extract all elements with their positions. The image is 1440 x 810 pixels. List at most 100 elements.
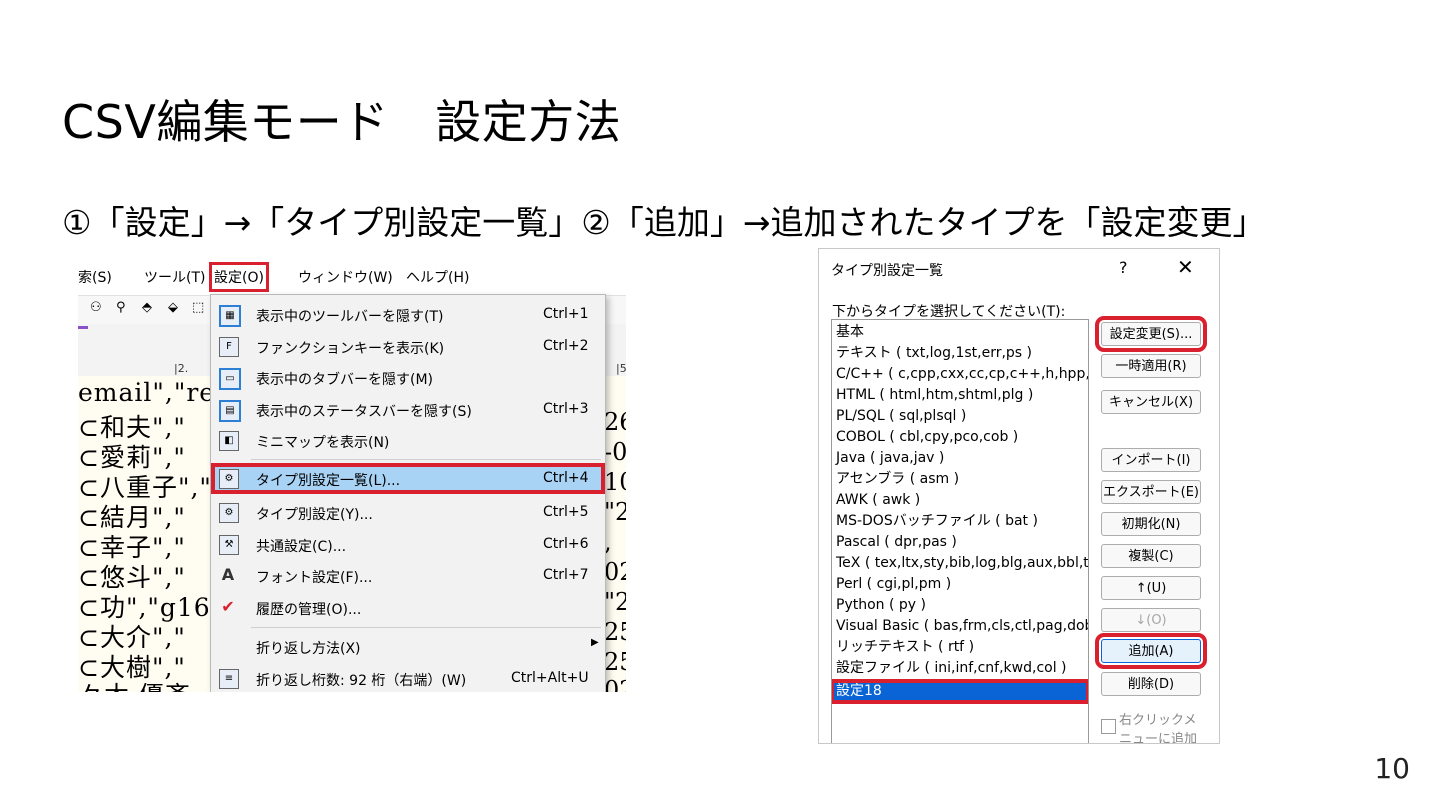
dialog-title: タイプ別設定一覧 <box>831 263 943 279</box>
editor-right-col: 25 <box>604 618 626 646</box>
menu-item-label: タイプ別設定(Y)... <box>256 507 373 523</box>
initialize-button[interactable]: 初期化(N) <box>1101 512 1201 536</box>
edit-settings-button[interactable]: 設定変更(S)... <box>1095 316 1207 352</box>
menu-item-label: タイプ別設定一覧(L)... <box>256 473 401 489</box>
menu-item-shortcut: Ctrl+1 <box>543 306 589 322</box>
menu-item-show-function-keys[interactable]: F ファンクションキーを表示(K) Ctrl+2 <box>211 331 605 362</box>
list-item[interactable]: Python ( py ) <box>832 595 1088 616</box>
toolbar-icon-5[interactable]: ⬚ <box>192 300 204 315</box>
menu-item-shortcut: Ctrl+Alt+U <box>511 670 589 686</box>
editor-right-col: -0 <box>604 438 626 466</box>
menu-item-wrap-method[interactable]: 折り返し方法(X) ▶ <box>211 631 605 662</box>
menu-item-type-settings[interactable]: ⚙ タイプ別設定(Y)... Ctrl+5 <box>211 497 605 528</box>
list-item[interactable]: 基本 <box>832 322 1088 343</box>
temp-apply-button[interactable]: 一時適用(R) <box>1101 354 1201 378</box>
menu-item-shortcut: Ctrl+7 <box>543 567 589 583</box>
toolbar-icon-3[interactable]: ⬘ <box>142 300 152 315</box>
slide-title: CSV編集モード 設定方法 <box>62 95 622 149</box>
menubar: 索(S) ツール(T) 設定(O) ウィンドウ(W) ヘルプ(H) <box>78 258 626 296</box>
menu-item-hide-statusbar[interactable]: ▤ 表示中のステータスバーを隠す(S) Ctrl+3 <box>211 394 605 425</box>
menu-item-shortcut: Ctrl+5 <box>543 504 589 520</box>
menu-settings[interactable]: 設定(O) <box>209 262 269 292</box>
menu-item-label: ミニマップを表示(N) <box>256 435 390 451</box>
list-item[interactable]: リッチテキスト ( rtf ) <box>832 637 1088 658</box>
context-menu-checkbox[interactable] <box>1101 719 1116 734</box>
close-icon[interactable]: ✕ <box>1177 255 1194 279</box>
toolbar-icon-1[interactable]: ⚇ <box>90 300 102 315</box>
delete-button[interactable]: 削除(D) <box>1101 672 1201 696</box>
wrap-icon: ≡ <box>219 669 239 689</box>
editor-line: ⊂幸子"," <box>78 533 186 562</box>
menu-item-label: 表示中のタブバーを隠す(M) <box>256 372 434 388</box>
type-list[interactable]: 基本 テキスト ( txt,log,1st,err,ps ) C/C++ ( c… <box>831 319 1089 743</box>
list-item[interactable]: テキスト ( txt,log,1st,err,ps ) <box>832 343 1088 364</box>
editor-line: ⊂功","g16 <box>78 593 211 622</box>
menu-search[interactable]: 索(S) <box>78 267 112 287</box>
list-item[interactable]: Perl ( cgi,pl,pm ) <box>832 574 1088 595</box>
menu-item-shortcut: Ctrl+3 <box>543 401 589 417</box>
move-down-button[interactable]: ↓(O) <box>1101 608 1201 632</box>
list-item[interactable]: HTML ( html,htm,shtml,plg ) <box>832 385 1088 406</box>
editor-line: ⊂大介"," <box>78 623 186 652</box>
toolbar-icon-4[interactable]: ⬙ <box>168 300 178 315</box>
list-item[interactable]: アセンブラ ( asm ) <box>832 469 1088 490</box>
list-item[interactable]: PL/SQL ( sql,plsql ) <box>832 406 1088 427</box>
menu-item-font-settings[interactable]: A フォント設定(F)... Ctrl+7 <box>211 560 605 591</box>
menu-separator <box>251 627 601 628</box>
editor-right-col: "2 <box>604 588 626 616</box>
menu-item-shortcut: Ctrl+2 <box>543 338 589 354</box>
list-item[interactable]: 設定ファイル ( ini,inf,cnf,kwd,col ) <box>832 658 1088 679</box>
list-item[interactable]: Java ( java,jav ) <box>832 448 1088 469</box>
import-button[interactable]: インポート(I) <box>1101 448 1201 472</box>
menu-item-hide-tabbar[interactable]: ▭ 表示中のタブバーを隠す(M) <box>211 362 605 393</box>
menu-item-label: 表示中のツールバーを隠す(T) <box>256 309 444 325</box>
list-item[interactable]: Pascal ( dpr,pas ) <box>832 532 1088 553</box>
editor-line: ⊂悠斗"," <box>78 563 186 592</box>
type-settings-dialog: タイプ別設定一覧 ? ✕ 下からタイプを選択してください(T): 基本 テキスト… <box>818 248 1220 744</box>
menu-screenshot: 索(S) ツール(T) 設定(O) ウィンドウ(W) ヘルプ(H) ⚇ ⚲ ⬘ … <box>78 258 626 692</box>
menu-item-hide-toolbar[interactable]: ▦ 表示中のツールバーを隠す(T) Ctrl+1 <box>211 299 605 330</box>
list-item[interactable]: TeX ( tex,ltx,sty,bib,log,blg,aux,bbl,t <box>832 553 1088 574</box>
move-up-button[interactable]: ↑(U) <box>1101 576 1201 600</box>
editor-right-col: "2 <box>604 498 626 526</box>
slide-subtitle: ①「設定」→「タイプ別設定一覧」②「追加」→追加されたタイプを「設定変更」 <box>62 203 1266 242</box>
add-button[interactable]: 追加(A) <box>1095 633 1207 669</box>
menu-tools[interactable]: ツール(T) <box>144 267 205 287</box>
settings-dropdown-menu: ▦ 表示中のツールバーを隠す(T) Ctrl+1 F ファンクションキーを表示(… <box>210 294 606 692</box>
editor-right-col: 25 <box>604 648 626 676</box>
list-item-selected[interactable]: 設定18 <box>832 679 1088 704</box>
editor-line: ⊂和夫"," <box>78 413 186 442</box>
cancel-button[interactable]: キャンセル(X) <box>1101 390 1201 414</box>
tabbar-icon: ▭ <box>219 368 241 390</box>
toolbar-icon-2[interactable]: ⚲ <box>116 300 126 315</box>
list-item[interactable]: AWK ( awk ) <box>832 490 1088 511</box>
list-item[interactable]: C/C++ ( c,cpp,cxx,cc,cp,c++,h,hpp,h <box>832 364 1088 385</box>
export-button[interactable]: エクスポート(E) <box>1101 480 1201 504</box>
common-settings-icon: ⚒ <box>219 535 239 555</box>
menu-item-wrap-width[interactable]: ≡ 折り返し桁数: 92 桁（右端）(W) Ctrl+Alt+U <box>211 663 605 692</box>
menu-item-label: ファンクションキーを表示(K) <box>256 341 445 357</box>
menu-item-label: 表示中のステータスバーを隠す(S) <box>256 404 472 420</box>
menu-item-show-minimap[interactable]: ◧ ミニマップを表示(N) <box>211 425 605 456</box>
menu-item-history[interactable]: ✔ 履歴の管理(O)... <box>211 592 605 623</box>
history-icon: ✔ <box>221 597 235 616</box>
menu-window[interactable]: ウィンドウ(W) <box>298 267 393 287</box>
editor-right-col: 02 <box>604 558 626 586</box>
list-item[interactable]: Visual Basic ( bas,frm,cls,ctl,pag,dob <box>832 616 1088 637</box>
editor-line: ⊂結月"," <box>78 503 186 532</box>
menu-item-common-settings[interactable]: ⚒ 共通設定(C)... Ctrl+6 <box>211 529 605 560</box>
context-menu-label: 右クリックメニューに追加 <box>1119 713 1198 744</box>
list-item[interactable]: COBOL ( cbl,cpy,pco,cob ) <box>832 427 1088 448</box>
menu-item-type-settings-list[interactable]: ⚙ タイプ別設定一覧(L)... Ctrl+4 <box>211 463 605 494</box>
ruler-mark-2: |5 <box>616 362 626 375</box>
menu-item-label: 折り返し方法(X) <box>256 641 361 657</box>
menu-help[interactable]: ヘルプ(H) <box>406 267 469 287</box>
duplicate-button[interactable]: 複製(C) <box>1101 544 1201 568</box>
help-button[interactable]: ? <box>1119 258 1128 277</box>
function-key-icon: F <box>219 337 239 357</box>
list-item[interactable]: MS-DOSバッチファイル ( bat ) <box>832 511 1088 532</box>
editor-line: ⊂八重子"," <box>78 473 212 502</box>
editor-right-col: 02 <box>604 676 626 692</box>
ruler-mark-1: |2. <box>174 362 189 375</box>
editor-line: email","re <box>78 378 216 407</box>
